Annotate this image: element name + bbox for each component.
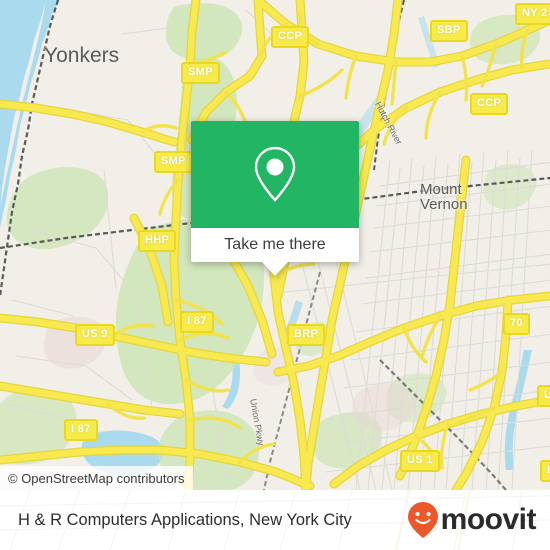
road-shield-hhp[interactable]: HHP — [138, 230, 177, 252]
road-shield-70[interactable]: 70 — [503, 313, 530, 335]
moovit-wordmark: moovit — [440, 503, 537, 536]
moovit-smiley-pin-icon — [407, 502, 438, 538]
map-attribution[interactable]: © OpenStreetMap contributors — [0, 466, 193, 490]
map-pin-icon — [254, 146, 296, 202]
shield-label: HHP — [145, 234, 170, 246]
road-shield-smp-north[interactable]: SMP — [181, 62, 220, 84]
shield-label: 70 — [510, 317, 523, 329]
take-me-there-button[interactable]: Take me there — [191, 228, 359, 262]
moovit-brand[interactable]: moovit — [406, 500, 537, 540]
shield-label: CCP — [477, 97, 502, 109]
shield-label: US 9 — [82, 328, 108, 340]
shield-label: I 87 — [187, 315, 207, 327]
road-shield-brp[interactable]: BRP — [287, 324, 326, 346]
road-shield-h[interactable]: H — [540, 460, 550, 482]
shield-label: US 1 — [407, 454, 433, 466]
shield-label: NY 2 — [522, 7, 548, 19]
card-image-area — [191, 121, 359, 228]
road-shield-ny-2[interactable]: NY 2 — [515, 3, 550, 25]
road-shield-smp-south[interactable]: SMP — [154, 151, 193, 173]
road-shield-us1-south[interactable]: US 1 — [400, 450, 440, 472]
shield-label: I 87 — [71, 423, 91, 435]
shield-label: US 1 — [544, 389, 550, 401]
road-shield-ccp-east[interactable]: CCP — [470, 93, 509, 115]
map-canvas[interactable]: CCP SBP NY 2 SMP CCP SMP HHP I 87 US 9 B… — [0, 0, 550, 490]
shield-label: SBP — [437, 24, 461, 36]
footer-bar: H & R Computers Applications, New York C… — [0, 490, 550, 550]
shield-label: SMP — [188, 66, 213, 78]
shield-label: BRP — [294, 328, 319, 340]
road-shield-sbp[interactable]: SBP — [430, 20, 468, 42]
road-shield-us9[interactable]: US 9 — [75, 324, 115, 346]
take-me-there-card[interactable]: Take me there — [191, 121, 359, 276]
shield-label: CCP — [278, 30, 303, 42]
location-title: H & R Computers Applications, New York C… — [18, 510, 352, 529]
map-screenshot: CCP SBP NY 2 SMP CCP SMP HHP I 87 US 9 B… — [0, 0, 550, 550]
road-shield-i87-south[interactable]: I 87 — [64, 419, 98, 441]
shield-label: SMP — [161, 155, 186, 167]
road-shield-us1-east[interactable]: US 1 — [537, 385, 550, 407]
road-shield-i87-north[interactable]: I 87 — [180, 311, 214, 333]
callout-tail — [262, 262, 288, 276]
road-shield-ccp-north[interactable]: CCP — [271, 26, 310, 48]
